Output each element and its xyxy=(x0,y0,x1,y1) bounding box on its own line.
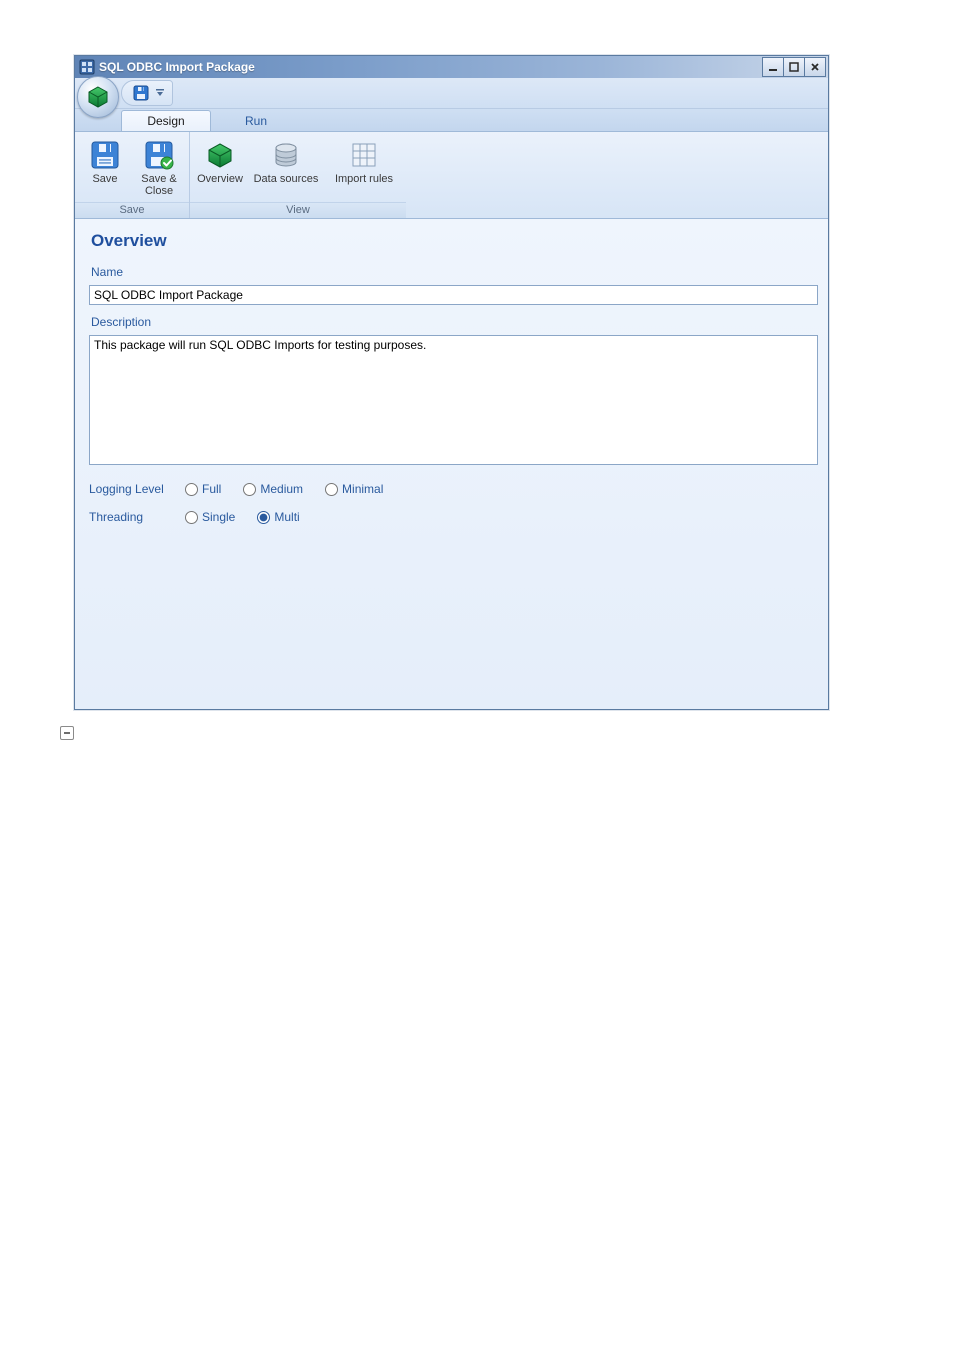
window-title: SQL ODBC Import Package xyxy=(99,60,763,74)
ribbon-overview-label: Overview xyxy=(197,171,243,199)
threading-label: Threading xyxy=(89,510,185,524)
ribbon-group-save-caption: Save xyxy=(75,202,189,218)
logging-level-full-radio[interactable] xyxy=(185,483,198,496)
threading-multi-radio[interactable] xyxy=(257,511,270,524)
tab-run[interactable]: Run xyxy=(211,110,301,131)
logging-level-medium-radio[interactable] xyxy=(243,483,256,496)
threading-row: Threading Single Multi xyxy=(89,510,818,524)
app-window: SQL ODBC Import Package xyxy=(74,55,829,710)
logging-level-full-text: Full xyxy=(202,482,221,496)
quick-access-toolbar xyxy=(121,80,173,106)
app-menu-orb[interactable] xyxy=(77,76,119,118)
ribbon-group-view-caption: View xyxy=(190,202,406,218)
name-label: Name xyxy=(91,265,818,279)
ribbon-save-label: Save xyxy=(92,171,117,199)
content-pane: Overview Name Description Logging Level … xyxy=(75,219,828,709)
app-icon xyxy=(79,59,95,75)
ribbon-group-view: Overview Data sources xyxy=(190,132,406,218)
ribbon-data-sources-button[interactable]: Data sources xyxy=(248,136,324,200)
threading-single-radio[interactable] xyxy=(185,511,198,524)
description-label: Description xyxy=(91,315,818,329)
ribbon-tabs: Design Run xyxy=(75,109,828,132)
logging-level-minimal-text: Minimal xyxy=(342,482,383,496)
logging-level-minimal[interactable]: Minimal xyxy=(325,482,383,496)
ribbon: Save Sav xyxy=(75,132,828,219)
threading-multi-text: Multi xyxy=(274,510,299,524)
titlebar: SQL ODBC Import Package xyxy=(75,56,828,78)
logging-level-label: Logging Level xyxy=(89,482,185,496)
description-textarea[interactable] xyxy=(89,335,818,465)
collapse-toggle[interactable] xyxy=(60,726,74,740)
ribbon-data-sources-label: Data sources xyxy=(254,171,319,199)
data-sources-icon xyxy=(270,139,302,171)
logging-level-medium-text: Medium xyxy=(260,482,303,496)
minimize-button[interactable] xyxy=(762,57,784,77)
import-rules-icon xyxy=(348,139,380,171)
qat-customize-button[interactable] xyxy=(154,84,166,102)
logging-level-medium[interactable]: Medium xyxy=(243,482,303,496)
ribbon-save-close-button[interactable]: Save & Close xyxy=(133,136,185,200)
logging-level-row: Logging Level Full Medium Minimal xyxy=(89,482,818,496)
ribbon-save-close-label: Save & Close xyxy=(136,171,182,199)
window-controls xyxy=(763,57,826,77)
qat-row xyxy=(75,78,828,109)
name-input[interactable] xyxy=(89,285,818,305)
save-icon xyxy=(89,139,121,171)
qat-save-button[interactable] xyxy=(132,84,150,102)
logging-level-full[interactable]: Full xyxy=(185,482,221,496)
overview-icon xyxy=(204,139,236,171)
ribbon-import-rules-button[interactable]: Import rules xyxy=(326,136,402,200)
ribbon-save-button[interactable]: Save xyxy=(79,136,131,200)
ribbon-import-rules-label: Import rules xyxy=(335,171,393,199)
maximize-button[interactable] xyxy=(783,57,805,77)
save-close-icon xyxy=(143,139,175,171)
section-title-overview: Overview xyxy=(91,231,818,251)
ribbon-group-save: Save Sav xyxy=(75,132,190,218)
threading-multi[interactable]: Multi xyxy=(257,510,299,524)
threading-single[interactable]: Single xyxy=(185,510,235,524)
threading-single-text: Single xyxy=(202,510,235,524)
ribbon-overview-button[interactable]: Overview xyxy=(194,136,246,200)
logging-level-minimal-radio[interactable] xyxy=(325,483,338,496)
close-button[interactable] xyxy=(804,57,826,77)
tab-design[interactable]: Design xyxy=(121,110,211,131)
